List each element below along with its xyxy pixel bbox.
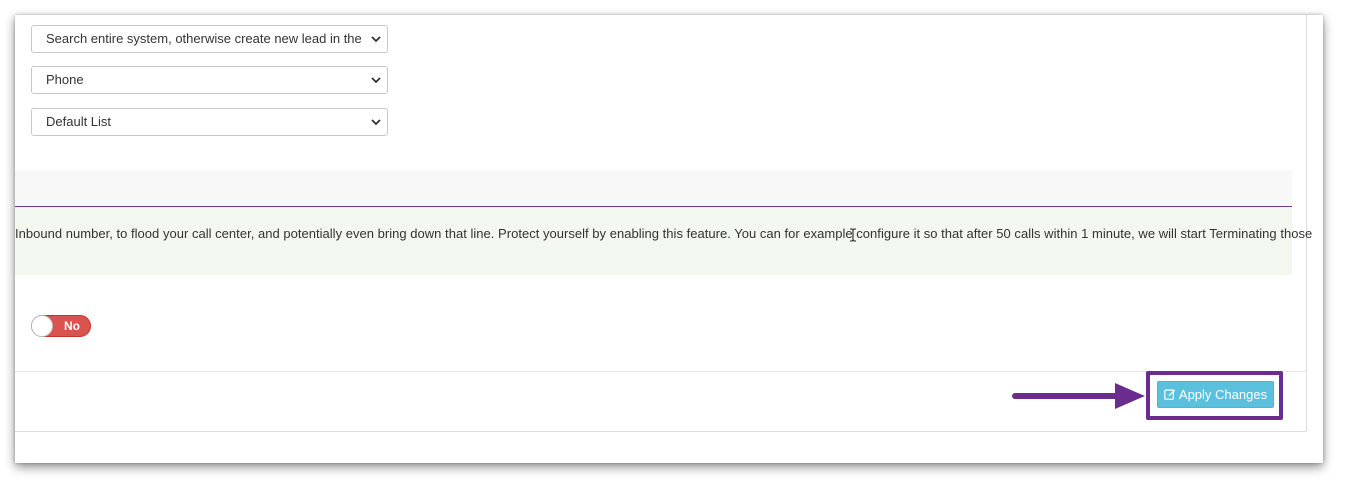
flood-protection-toggle[interactable]: No [31, 315, 91, 337]
list-select[interactable]: Default List [31, 108, 388, 136]
settings-panel: Search entire system, otherwise create n… [15, 15, 1312, 432]
apply-changes-button[interactable]: Apply Changes [1157, 381, 1274, 408]
section-header [15, 170, 1292, 207]
list-select-value: Default List [46, 114, 112, 129]
chevron-down-icon [371, 77, 381, 84]
apply-changes-label: Apply Changes [1178, 387, 1268, 402]
text-cursor-icon [850, 228, 856, 242]
lead-search-select[interactable]: Search entire system, otherwise create n… [31, 25, 388, 53]
match-field-select-value: Phone [46, 72, 84, 87]
chevron-down-icon [371, 36, 381, 43]
flood-protection-info: Inbound number, to flood your call cente… [15, 207, 1312, 275]
toggle-label: No [64, 319, 80, 333]
screenshot-frame: Search entire system, otherwise create n… [15, 15, 1323, 463]
footer-divider [15, 371, 1306, 372]
edit-icon [1164, 389, 1176, 400]
lead-search-select-value: Search entire system, otherwise create n… [46, 31, 363, 46]
toggle-knob [31, 315, 53, 337]
chevron-down-icon [371, 119, 381, 126]
flood-protection-description: Inbound number, to flood your call cente… [15, 226, 1313, 241]
match-field-select[interactable]: Phone [31, 66, 388, 94]
annotation-arrow-icon [1012, 383, 1145, 409]
